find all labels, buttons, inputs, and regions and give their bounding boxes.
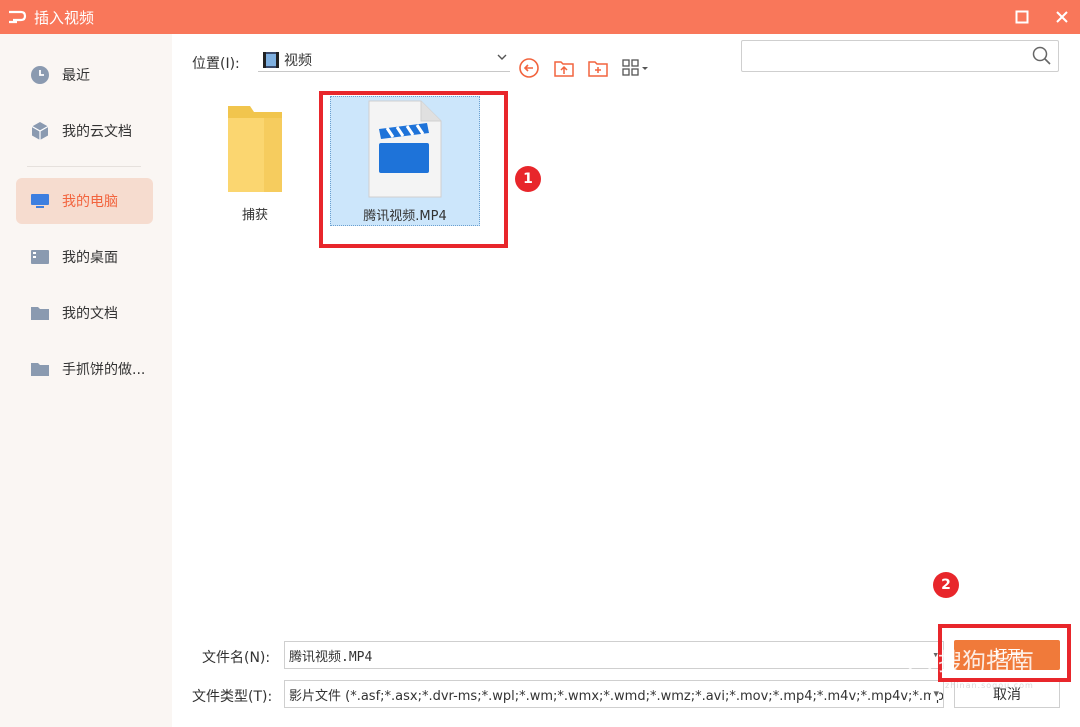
search-icon[interactable]	[1032, 46, 1052, 66]
watermark-sub: zhinan.sogou.com	[945, 681, 1034, 690]
sidebar-item-recent[interactable]: 最近	[16, 52, 153, 98]
location-row: 位置(I):	[192, 50, 240, 76]
new-folder-icon[interactable]	[586, 56, 610, 80]
file-item-folder[interactable]: 捕获	[210, 98, 300, 223]
title-bar: 插入视频	[0, 0, 1080, 34]
sidebar-item-label: 我的云文档	[62, 124, 132, 140]
back-arrow-icon[interactable]	[517, 56, 541, 80]
sidebar-item-label: 最近	[62, 68, 90, 84]
file-name: 捕获	[241, 208, 268, 223]
step-badge-1: 1	[515, 166, 541, 192]
monitor-icon	[30, 191, 50, 211]
cloud-cube-icon	[30, 121, 50, 141]
sidebar: 最近 我的云文档 我的电脑 我的桌面 我的文档 手抓饼的做...	[0, 34, 172, 727]
location-dropdown[interactable]: 视频	[258, 48, 510, 72]
highlight-box-file	[319, 91, 508, 248]
filename-label: 文件名(N):	[202, 650, 271, 666]
sidebar-item-label: 我的文档	[62, 306, 118, 322]
chevron-down-icon	[496, 51, 508, 66]
sidebar-item-documents[interactable]: 我的文档	[16, 290, 153, 336]
chevron-down-icon[interactable]: ▾	[931, 687, 939, 700]
sidebar-divider	[27, 166, 141, 167]
desktop-icon	[30, 247, 50, 267]
folder-icon	[30, 359, 50, 379]
sidebar-item-recipe-folder[interactable]: 手抓饼的做...	[16, 346, 153, 392]
sidebar-item-desktop[interactable]: 我的桌面	[16, 234, 153, 280]
wps-logo-icon	[0, 0, 34, 34]
step-badge-2: 2	[933, 572, 959, 598]
watermark: S 搜狗指南	[906, 642, 1034, 677]
grid-view-icon[interactable]	[620, 56, 652, 80]
filename-value: 腾讯视频.MP4	[289, 649, 373, 665]
close-icon[interactable]	[1042, 0, 1080, 34]
maximize-icon[interactable]	[1002, 0, 1042, 34]
clock-icon	[30, 65, 50, 85]
watermark-text: 搜狗指南	[938, 648, 1034, 676]
sidebar-item-my-computer[interactable]: 我的电脑	[16, 178, 153, 224]
file-list: 捕获 腾讯视频.MP4	[172, 84, 1080, 624]
sidebar-item-label: 我的电脑	[62, 194, 118, 210]
sidebar-item-cloud-docs[interactable]: 我的云文档	[16, 108, 153, 154]
filetype-label: 文件类型(T):	[192, 689, 273, 705]
location-label: 位置(I):	[192, 56, 240, 72]
window-title: 插入视频	[34, 8, 95, 27]
search-input[interactable]	[742, 41, 1022, 71]
sidebar-item-label: 手抓饼的做...	[62, 362, 146, 378]
search-box[interactable]	[741, 40, 1059, 72]
filename-input[interactable]: 腾讯视频.MP4 ▾	[284, 641, 944, 669]
sogou-logo-icon: S	[906, 645, 934, 674]
video-folder-icon	[262, 51, 280, 69]
filetype-value: 影片文件 (*.asf;*.asx;*.dvr-ms;*.wpl;*.wm;*.…	[289, 688, 944, 704]
sidebar-item-label: 我的桌面	[62, 250, 118, 266]
filetype-select[interactable]: 影片文件 (*.asf;*.asx;*.dvr-ms;*.wpl;*.wm;*.…	[284, 680, 944, 708]
folder-icon	[228, 106, 282, 192]
folder-icon	[30, 303, 50, 323]
location-current: 视频	[284, 52, 312, 69]
folder-up-icon[interactable]	[552, 56, 576, 80]
